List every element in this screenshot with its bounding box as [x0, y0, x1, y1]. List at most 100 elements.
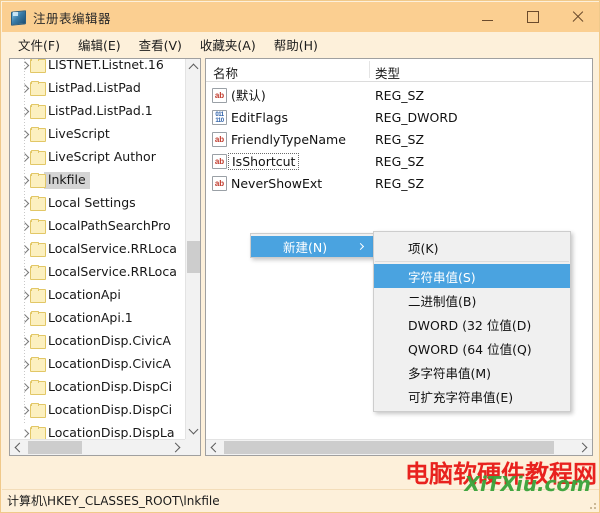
chevron-right-icon[interactable] — [21, 176, 30, 185]
tree-horizontal-scrollbar[interactable] — [10, 439, 185, 455]
tree-item[interactable]: LiveScript Author — [10, 146, 185, 169]
folder-icon — [30, 59, 46, 73]
window-title: 注册表编辑器 — [33, 10, 112, 26]
registry-tree[interactable]: LISTNET.Listnet.16 ListPad.ListPad ListPad… — [10, 59, 185, 439]
folder-icon — [30, 403, 46, 418]
value-row[interactable]: ab IsShortcut REG_SZ — [206, 151, 592, 173]
values-list-header: 名称 类型 — [206, 59, 592, 82]
chevron-right-icon[interactable] — [21, 406, 30, 415]
tree-item[interactable]: ListPad.ListPad.1 — [10, 100, 185, 123]
submenu-item-label: 项(K) — [408, 240, 439, 256]
registry-tree-pane: LISTNET.Listnet.16 ListPad.ListPad ListPad… — [9, 58, 201, 456]
column-divider[interactable] — [369, 61, 370, 78]
tree-item-label: LocationDisp.DispCi — [48, 379, 173, 395]
values-scroll-left-arrow-icon[interactable] — [206, 440, 222, 455]
menu-favorites[interactable]: 收藏夹(A) — [191, 33, 265, 56]
menu-help[interactable]: 帮助(H) — [265, 33, 327, 56]
chevron-right-icon[interactable] — [21, 61, 30, 70]
chevron-right-icon[interactable] — [21, 429, 30, 438]
tree-item-label: LocationApi — [48, 287, 121, 303]
submenu-item[interactable]: 项(K) — [374, 235, 570, 259]
chevron-right-icon[interactable] — [21, 383, 30, 392]
tree-item[interactable]: LiveScript — [10, 123, 185, 146]
close-button[interactable] — [555, 2, 599, 32]
folder-icon — [30, 173, 46, 188]
submenu-item-label: 字符串值(S) — [408, 269, 476, 285]
tree-item[interactable]: LocalPathSearchPro — [10, 215, 185, 238]
context-menu[interactable]: 新建(N) — [250, 233, 377, 258]
resize-grip[interactable] — [586, 499, 596, 509]
chevron-right-icon[interactable] — [21, 268, 30, 277]
tree-item[interactable]: LocationApi — [10, 284, 185, 307]
folder-icon — [30, 242, 46, 257]
values-scroll-right-arrow-icon[interactable] — [576, 440, 592, 455]
submenu-item[interactable]: 二进制值(B) — [374, 288, 570, 312]
chevron-right-icon[interactable] — [21, 130, 30, 139]
menu-bar: 文件(F) 编辑(E) 查看(V) 收藏夹(A) 帮助(H) — [2, 32, 599, 56]
chevron-right-icon[interactable] — [21, 314, 30, 323]
value-row[interactable]: ab (默认) REG_SZ — [206, 85, 592, 107]
chevron-right-icon[interactable] — [21, 360, 30, 369]
folder-icon — [30, 81, 46, 96]
value-type: REG_SZ — [375, 132, 425, 147]
tree-item[interactable]: Local Settings — [10, 192, 185, 215]
tree-item[interactable]: LISTNET.Listnet.16 — [10, 59, 185, 77]
chevron-right-icon[interactable] — [21, 84, 30, 93]
context-menu-item-new[interactable]: 新建(N) — [251, 236, 376, 257]
chevron-right-icon[interactable] — [21, 107, 30, 116]
submenu-item[interactable]: 可扩充字符串值(E) — [374, 384, 570, 408]
submenu-item[interactable]: QWORD (64 位值(Q) — [374, 336, 570, 360]
maximize-button[interactable] — [510, 2, 555, 32]
status-bar: 计算机\HKEY_CLASSES_ROOT\lnkfile — [2, 489, 599, 511]
tree-item[interactable]: LocationDisp.DispLa — [10, 422, 185, 439]
tree-item[interactable]: LocationDisp.CivicA — [10, 353, 185, 376]
string-value-icon: ab — [212, 154, 227, 169]
submenu-item[interactable]: 多字符串值(M) — [374, 360, 570, 384]
chevron-right-icon[interactable] — [21, 199, 30, 208]
menu-file[interactable]: 文件(F) — [9, 33, 69, 56]
values-hscroll-thumb[interactable] — [224, 441, 554, 454]
folder-icon — [30, 357, 46, 372]
watermark-primary: 电脑软硬件教程网 — [405, 460, 597, 488]
chevron-right-icon[interactable] — [21, 222, 30, 231]
submenu-item[interactable]: 字符串值(S) — [374, 264, 570, 288]
tree-item[interactable]: LocalService.RRLoca — [10, 261, 185, 284]
tree-item-label: LocalPathSearchPro — [48, 218, 171, 234]
tree-item-label: LiveScript Author — [48, 149, 156, 165]
minimize-button[interactable] — [465, 2, 510, 32]
column-header-name[interactable]: 名称 — [213, 63, 238, 82]
tree-vertical-scrollbar[interactable] — [185, 59, 200, 439]
string-value-icon: ab — [212, 132, 227, 147]
tree-hscroll-thumb[interactable] — [28, 441, 82, 454]
scroll-down-arrow-icon[interactable] — [186, 423, 200, 439]
tree-item[interactable]: LocationDisp.DispCi — [10, 376, 185, 399]
submenu-item-label: 可扩充字符串值(E) — [408, 389, 514, 405]
tree-item[interactable]: LocalService.RRLoca — [10, 238, 185, 261]
scroll-up-arrow-icon[interactable] — [186, 59, 200, 75]
dword-value-icon: 011 110 — [212, 110, 227, 125]
tree-item[interactable]: LocationDisp.CivicA — [10, 330, 185, 353]
submenu-item-label: QWORD (64 位值(Q) — [408, 341, 532, 357]
chevron-right-icon[interactable] — [21, 153, 30, 162]
new-value-submenu[interactable]: 项(K) 字符串值(S) 二进制值(B) DWORD (32 位值(D) QWORD (… — [373, 231, 571, 412]
menu-edit[interactable]: 编辑(E) — [69, 33, 130, 56]
chevron-right-icon[interactable] — [21, 291, 30, 300]
scroll-left-arrow-icon[interactable] — [10, 440, 26, 455]
scroll-right-arrow-icon[interactable] — [169, 440, 185, 455]
tree-item[interactable]: lnkfile — [10, 169, 185, 192]
value-row[interactable]: ab FriendlyTypeName REG_SZ — [206, 129, 592, 151]
value-row[interactable]: ab NeverShowExt REG_SZ — [206, 173, 592, 195]
submenu-item[interactable]: DWORD (32 位值(D) — [374, 312, 570, 336]
values-horizontal-scrollbar[interactable] — [206, 439, 592, 455]
tree-scroll-corner — [185, 439, 200, 455]
chevron-right-icon[interactable] — [21, 337, 30, 346]
menu-view[interactable]: 查看(V) — [130, 33, 191, 56]
value-row[interactable]: 011 110 EditFlags REG_DWORD — [206, 107, 592, 129]
tree-item[interactable]: LocationDisp.DispCi — [10, 399, 185, 422]
tree-item[interactable]: LocationApi.1 — [10, 307, 185, 330]
column-header-type[interactable]: 类型 — [375, 63, 400, 82]
tree-vscroll-thumb[interactable] — [187, 241, 200, 273]
submenu-chevron-right-icon — [358, 244, 364, 250]
tree-item[interactable]: ListPad.ListPad — [10, 77, 185, 100]
chevron-right-icon[interactable] — [21, 245, 30, 254]
